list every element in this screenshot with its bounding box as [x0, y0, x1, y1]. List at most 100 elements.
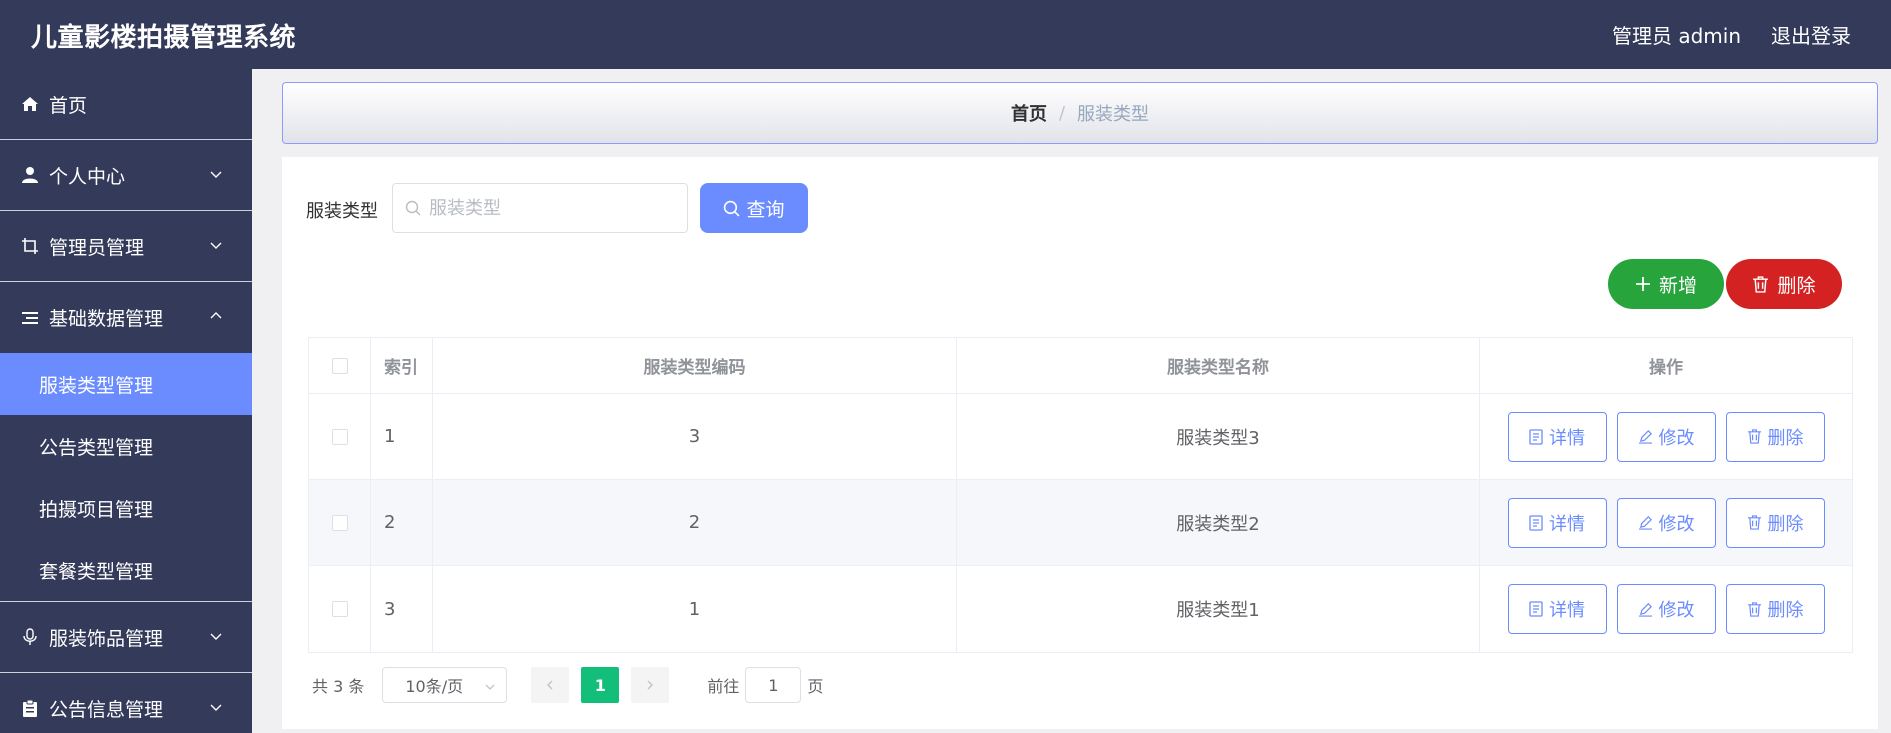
add-button[interactable]: 新增: [1608, 259, 1724, 309]
search-input[interactable]: [429, 197, 669, 219]
delete-button-label: 删除: [1767, 513, 1804, 535]
table-row: 2 2 服装类型2 详情 修改 删除: [309, 480, 1852, 566]
sidebar-item-clothing-accessories[interactable]: 服装饰品管理: [0, 602, 252, 673]
chevron-up-icon: [210, 312, 222, 319]
row-checkbox[interactable]: [331, 514, 348, 531]
cell-code: 3: [433, 394, 957, 479]
cell-code: 1: [433, 566, 957, 652]
chevron-down-icon: [210, 242, 222, 249]
edit-button[interactable]: 修改: [1616, 497, 1716, 548]
main-panel: 服装类型 查询 新增 删除 索引 服装类型编码 服装类型名称 操作 1 3 服装…: [282, 157, 1878, 729]
detail-button[interactable]: 详情: [1507, 497, 1607, 548]
search-field[interactable]: [392, 183, 688, 233]
prev-page-button[interactable]: [531, 667, 570, 703]
column-header-actions: 操作: [1649, 358, 1683, 378]
search-icon: [405, 200, 421, 216]
edit-button[interactable]: 修改: [1616, 411, 1716, 462]
edit-button[interactable]: 修改: [1616, 584, 1716, 634]
edit-icon: [1638, 430, 1652, 444]
breadcrumb-home-link[interactable]: 首页: [1011, 100, 1047, 126]
query-button[interactable]: 查询: [700, 183, 808, 233]
row-checkbox[interactable]: [331, 601, 348, 617]
user-icon: [20, 166, 39, 185]
crop-icon: [20, 237, 39, 256]
pagination-total: 共 3 条: [312, 677, 365, 696]
cell-index: 1: [371, 394, 433, 479]
sidebar-item-label: 公告信息管理: [49, 698, 164, 721]
app-title: 儿童影楼拍摄管理系统: [31, 23, 297, 53]
plus-icon: [1635, 277, 1650, 291]
logout-button[interactable]: 退出登录: [1771, 20, 1851, 49]
sidebar-subitem-notice-type[interactable]: 公告类型管理: [0, 415, 252, 477]
home-icon: [20, 95, 39, 114]
trash-icon: [1747, 601, 1761, 617]
breadcrumb-separator: /: [1058, 102, 1066, 124]
submenu-basic-data: 服装类型管理 公告类型管理 拍摄项目管理 套餐类型管理: [0, 353, 252, 602]
detail-button-label: 详情: [1549, 600, 1585, 621]
pagination: 共 3 条 10条/页 1 前往 页: [312, 667, 823, 703]
sidebar-item-label: 基础数据管理: [49, 308, 164, 330]
cell-name: 服装类型2: [957, 480, 1480, 565]
sidebar-subitem-package-type[interactable]: 套餐类型管理: [0, 539, 252, 601]
column-header-index: 索引: [371, 338, 433, 393]
chevron-right-icon: [647, 680, 654, 690]
sidebar-item-label: 管理员管理: [49, 236, 145, 259]
query-button-label: 查询: [746, 198, 785, 221]
delete-button[interactable]: 删除: [1725, 584, 1825, 634]
batch-delete-button[interactable]: 删除: [1726, 259, 1842, 309]
sidebar-item-admin-management[interactable]: 管理员管理: [0, 211, 252, 282]
detail-button[interactable]: 详情: [1507, 584, 1607, 634]
delete-button-label: 删除: [1767, 600, 1804, 621]
list-icon: [20, 308, 39, 327]
edit-button-label: 修改: [1658, 513, 1695, 535]
table-row: 1 3 服装类型3 详情 修改 删除: [309, 394, 1852, 480]
sidebar-item-personal-center[interactable]: 个人中心: [0, 140, 252, 211]
sidebar-item-label: 服装饰品管理: [49, 627, 164, 650]
document-icon: [1529, 428, 1543, 445]
sidebar-subitem-clothing-type[interactable]: 服装类型管理: [0, 353, 252, 415]
edit-icon: [1638, 602, 1652, 617]
table-row: 3 1 服装类型1 详情 修改 删除: [309, 566, 1852, 652]
sidebar: 首页 个人中心 管理员管理 基础数据管理 服装类型管理 公告类型管理 拍摄项目管…: [0, 69, 252, 733]
cell-code: 2: [433, 480, 957, 565]
next-page-button[interactable]: [631, 667, 670, 703]
sidebar-item-notice-info[interactable]: 公告信息管理: [0, 673, 252, 733]
breadcrumb-current: 服装类型: [1077, 104, 1150, 125]
chevron-down-icon: [210, 704, 222, 711]
top-bar: 儿童影楼拍摄管理系统 管理员 admin 退出登录: [0, 0, 1891, 69]
current-user-label: 管理员 admin: [1611, 24, 1741, 48]
select-all-checkbox[interactable]: [331, 357, 348, 374]
search-icon: [724, 200, 740, 217]
add-button-label: 新增: [1658, 274, 1697, 297]
document-icon: [1529, 514, 1543, 531]
page-size-select[interactable]: 10条/页: [382, 667, 508, 703]
microphone-icon: [20, 628, 39, 647]
search-label: 服装类型: [306, 201, 378, 222]
goto-label: 前往: [707, 677, 740, 696]
chevron-down-icon: [485, 684, 495, 690]
chevron-down-icon: [210, 633, 222, 640]
delete-button[interactable]: 删除: [1725, 411, 1825, 462]
row-checkbox[interactable]: [331, 428, 348, 445]
sidebar-item-basic-data[interactable]: 基础数据管理: [0, 282, 252, 353]
chevron-down-icon: [210, 171, 222, 178]
document-icon: [1529, 601, 1543, 617]
clipboard-icon: [20, 699, 39, 718]
sidebar-item-home[interactable]: 首页: [0, 69, 252, 140]
trash-icon: [1747, 515, 1761, 530]
breadcrumb: 首页 / 服装类型: [282, 82, 1878, 144]
detail-button-label: 详情: [1549, 427, 1585, 449]
trash-icon: [1747, 429, 1761, 444]
page-size-value: 10条/页: [405, 677, 464, 696]
detail-button[interactable]: 详情: [1507, 411, 1607, 462]
cell-name: 服装类型1: [957, 566, 1480, 652]
goto-page-input[interactable]: [745, 667, 802, 703]
batch-delete-button-label: 删除: [1777, 274, 1816, 297]
sidebar-item-label: 首页: [49, 94, 88, 117]
cell-name: 服装类型3: [957, 394, 1480, 479]
edit-button-label: 修改: [1658, 427, 1695, 449]
cell-index: 2: [371, 480, 433, 565]
page-number-current[interactable]: 1: [581, 667, 620, 703]
sidebar-subitem-shoot-project[interactable]: 拍摄项目管理: [0, 477, 252, 539]
delete-button[interactable]: 删除: [1725, 497, 1825, 548]
